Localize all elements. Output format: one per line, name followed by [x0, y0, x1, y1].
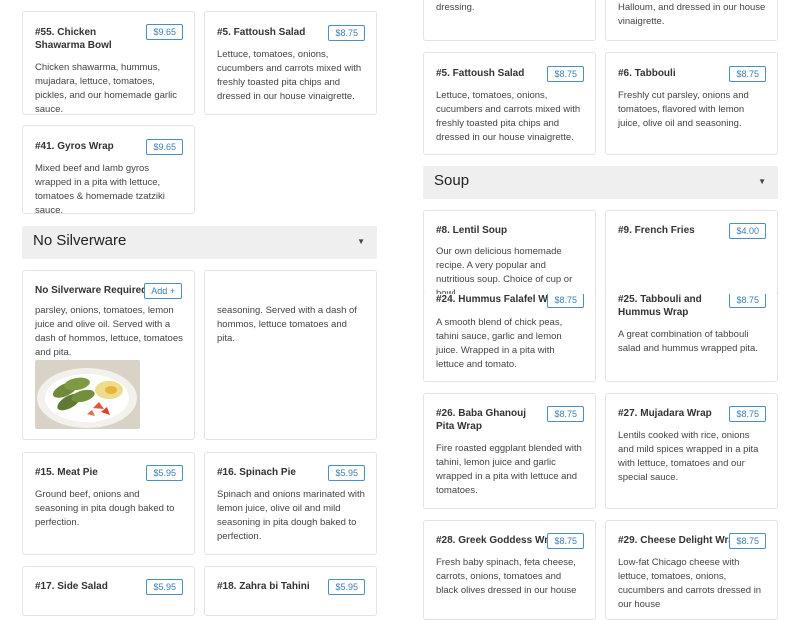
item-title: #24. Hummus Falafel Wrap [436, 294, 564, 305]
menu-item-card[interactable]: #16. Spinach Pie $5.95 Spinach and onion… [204, 452, 377, 555]
no-silverware-card[interactable]: No Silverware Required Add + parsley, on… [22, 270, 195, 440]
item-description: seasoning. Served with a dash of hommos,… [217, 305, 357, 344]
item-description: Lentils cooked with rice, onions and mil… [618, 430, 759, 483]
menu-item-card[interactable]: #55. Chicken Shawarma Bowl $9.65 Chicken… [22, 11, 195, 115]
menu-item-card[interactable]: #8. Lentil Soup Our own delicious homema… [423, 210, 596, 294]
item-title: #41. Gyros Wrap [35, 141, 114, 152]
price-button[interactable]: $5.95 [328, 465, 365, 481]
item-description: Halloum, and dressed in our house vinaig… [618, 2, 766, 27]
item-title: #55. Chicken Shawarma Bowl [35, 27, 112, 51]
menu-item-card[interactable]: Halloum, and dressed in our house vinaig… [605, 0, 778, 41]
item-description: Our own delicious homemade recipe. A ver… [436, 246, 573, 294]
price-button[interactable]: $8.75 [547, 292, 584, 308]
item-title: #15. Meat Pie [35, 467, 98, 478]
chevron-down-icon: ▼ [758, 177, 766, 186]
item-title: No Silverware Required [35, 285, 148, 296]
item-description: Ground beef, onions and seasoning in pit… [35, 489, 175, 528]
menu-item-card[interactable]: #9. French Fries $4.00 [605, 210, 778, 294]
price-button[interactable]: $5.95 [146, 465, 183, 481]
item-title: #28. Greek Goddess Wrap [436, 535, 560, 546]
price-button[interactable]: $8.75 [729, 292, 766, 308]
price-button[interactable]: $8.75 [547, 533, 584, 549]
item-description: Spinach and onions marinated with lemon … [217, 489, 365, 542]
food-photo [35, 360, 140, 429]
item-description: Mixed beef and lamb gyros wrapped in a p… [35, 163, 165, 214]
item-title: #18. Zahra bi Tahini [217, 581, 310, 592]
menu-item-card[interactable]: #41. Gyros Wrap $9.65 Mixed beef and lam… [22, 125, 195, 214]
price-button[interactable]: $8.75 [547, 66, 584, 82]
price-button[interactable]: $4.00 [729, 223, 766, 239]
menu-item-card[interactable]: #29. Cheese Delight Wrap $8.75 Low-fat C… [605, 520, 778, 620]
item-title: #26. Baba Ghanouj Pita Wrap [436, 408, 527, 432]
menu-item-card[interactable]: #17. Side Salad $5.95 [22, 566, 195, 616]
add-button[interactable]: Add + [144, 283, 182, 299]
price-button[interactable]: $8.75 [547, 406, 584, 422]
price-button[interactable]: $8.75 [729, 66, 766, 82]
menu-item-card[interactable]: dressing. [423, 0, 596, 41]
item-title: #16. Spinach Pie [217, 467, 296, 478]
item-description: A smooth blend of chick peas, tahini sau… [436, 317, 563, 370]
menu-item-card[interactable]: seasoning. Served with a dash of hommos,… [204, 270, 377, 440]
item-description: Chicken shawarma, hummus, mujadara, lett… [35, 62, 178, 115]
price-button[interactable]: $5.95 [146, 579, 183, 595]
item-description: dressing. [436, 2, 475, 13]
price-button[interactable]: $8.75 [729, 406, 766, 422]
item-title: #5. Fattoush Salad [436, 68, 525, 79]
item-description: A great combination of tabbouli salad an… [618, 329, 758, 354]
item-title: #8. Lentil Soup [436, 225, 508, 236]
item-description: Lettuce, tomatoes, onions, cucumbers and… [217, 49, 362, 102]
menu-item-card[interactable]: #18. Zahra bi Tahini $5.95 [204, 566, 377, 616]
item-title: #17. Side Salad [35, 581, 108, 592]
item-description: parsley, onions, tomatoes, lemon juice a… [35, 305, 183, 358]
price-button[interactable]: $9.65 [146, 24, 183, 40]
item-title: #9. French Fries [618, 225, 695, 236]
item-title: #6. Tabbouli [618, 68, 676, 79]
item-description: Fresh baby spinach, feta cheese, carrots… [436, 557, 577, 596]
menu-item-card[interactable]: #27. Mujadara Wrap $8.75 Lentils cooked … [605, 393, 778, 509]
chevron-down-icon: ▼ [357, 237, 365, 246]
price-button[interactable]: $5.95 [328, 579, 365, 595]
category-header-soup[interactable]: Soup ▼ [423, 166, 778, 199]
price-button[interactable]: $8.75 [729, 533, 766, 549]
menu-item-card[interactable]: #6. Tabbouli $8.75 Freshly cut parsley, … [605, 52, 778, 155]
item-description: Low-fat Chicago cheese with lettuce, tom… [618, 557, 762, 610]
item-description: Lettuce, tomatoes, onions, cucumbers and… [436, 90, 581, 143]
menu-item-card[interactable]: #26. Baba Ghanouj Pita Wrap $8.75 Fire r… [423, 393, 596, 509]
category-header-no-silverware[interactable]: No Silverware ▼ [22, 226, 377, 259]
menu-item-card[interactable]: #5. Fattoush Salad $8.75 Lettuce, tomato… [423, 52, 596, 155]
category-title: No Silverware [33, 232, 127, 249]
menu-item-card[interactable]: #28. Greek Goddess Wrap $8.75 Fresh baby… [423, 520, 596, 620]
price-button[interactable]: $8.75 [328, 25, 365, 41]
item-description: Freshly cut parsley, onions and tomatoes… [618, 90, 749, 129]
item-title: #5. Fattoush Salad [217, 27, 306, 38]
category-title: Soup [434, 172, 470, 189]
menu-item-card[interactable]: #15. Meat Pie $5.95 Ground beef, onions … [22, 452, 195, 555]
price-button[interactable]: $9.65 [146, 139, 183, 155]
item-title: #25. Tabbouli and Hummus Wrap [618, 294, 702, 318]
item-title: #27. Mujadara Wrap [618, 408, 712, 419]
menu-item-card[interactable]: #5. Fattoush Salad $8.75 Lettuce, tomato… [204, 11, 377, 115]
item-description: Fire roasted eggplant blended with tahin… [436, 443, 582, 496]
item-title: #29. Cheese Delight Wrap [618, 535, 741, 546]
